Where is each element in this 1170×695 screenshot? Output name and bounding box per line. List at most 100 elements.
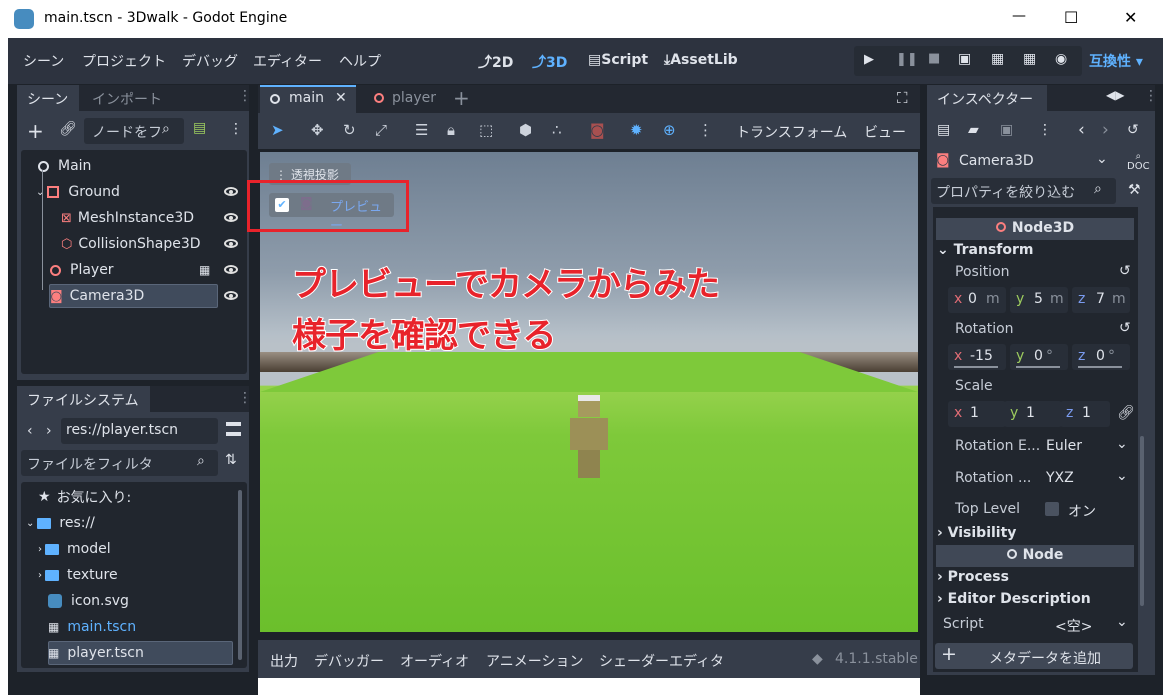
bottom-tab-debugger[interactable]: デバッガー bbox=[314, 651, 384, 671]
file-item-res[interactable]: ⌄ res:// bbox=[26, 510, 95, 536]
sort-icon[interactable]: ⇅ bbox=[225, 452, 237, 468]
new-resource-icon[interactable]: ▤ bbox=[937, 122, 950, 138]
visibility-icon[interactable] bbox=[224, 239, 238, 248]
tab-main[interactable]: main ✕ bbox=[260, 85, 356, 113]
history-back-icon[interactable]: ‹ bbox=[1078, 120, 1085, 140]
scale-x-field[interactable]: x1 bbox=[948, 401, 1006, 427]
filesystem-menu-icon[interactable]: ⋮ bbox=[238, 390, 252, 406]
file-item-model[interactable]: › model bbox=[38, 536, 111, 562]
property-filter-input[interactable]: プロパティを絞り込む ⌕ bbox=[931, 178, 1116, 204]
attach-script-icon[interactable]: ▤ bbox=[193, 120, 206, 136]
bottom-tab-shader-editor[interactable]: シェーダーエディタ bbox=[599, 651, 724, 671]
scale-z-field[interactable]: z1 bbox=[1060, 401, 1110, 427]
tab-import[interactable]: インポート bbox=[92, 89, 162, 109]
section-node3d[interactable]: Node3D bbox=[936, 218, 1134, 240]
add-tab-icon[interactable]: + bbox=[453, 86, 470, 110]
path-field[interactable]: res://player.tscn bbox=[61, 418, 218, 444]
play-custom-scene-icon[interactable]: ▦ bbox=[1023, 51, 1036, 67]
workspace-2d[interactable]: ⤴2D bbox=[478, 52, 513, 72]
menu-scene[interactable]: シーン bbox=[23, 51, 64, 71]
history-icon[interactable]: ↺ bbox=[1127, 122, 1139, 138]
tree-item-collisionshape[interactable]: ⬡ CollisionShape3D bbox=[61, 231, 201, 257]
top-level-checkbox[interactable] bbox=[1045, 502, 1059, 516]
inspector-scrollbar[interactable] bbox=[1140, 436, 1144, 606]
bottom-tab-animation[interactable]: アニメーション bbox=[486, 651, 583, 671]
file-item-main-tscn[interactable]: ▦ main.tscn bbox=[48, 614, 136, 640]
link-scale-icon[interactable]: 🔗︎ bbox=[1117, 405, 1135, 421]
rotation-edit-mode-select[interactable]: Euler ⌄ bbox=[1040, 434, 1134, 460]
workspace-script[interactable]: ▤Script bbox=[588, 52, 648, 68]
instance-scene-icon[interactable]: 🔗︎ bbox=[59, 121, 77, 137]
tree-item-main[interactable]: Main bbox=[38, 153, 91, 179]
add-metadata-button[interactable]: + メタデータを追加 bbox=[935, 643, 1133, 669]
tab-filesystem[interactable]: ファイルシステム bbox=[17, 386, 150, 412]
close-button[interactable]: ✕ bbox=[1124, 8, 1137, 27]
file-filter-input[interactable]: ファイルをフィルタ ⌕ bbox=[21, 450, 218, 476]
visibility-icon[interactable] bbox=[224, 265, 238, 274]
menu-project[interactable]: プロジェクト bbox=[82, 51, 166, 71]
play-scene-icon[interactable]: ▦ bbox=[991, 51, 1004, 67]
snap-icon[interactable]: ∴ bbox=[552, 121, 562, 139]
rotation-z-field[interactable]: z 0 ° bbox=[1072, 344, 1130, 370]
position-x-field[interactable]: x0m bbox=[948, 287, 1006, 313]
favorites-item[interactable]: ★ お気に入り: bbox=[38, 484, 131, 510]
pause-icon[interactable]: ❚❚ bbox=[896, 52, 918, 67]
back-icon[interactable]: ‹ bbox=[27, 423, 33, 439]
property-tools-icon[interactable]: ⚒ bbox=[1128, 182, 1141, 198]
visibility-icon[interactable] bbox=[224, 213, 238, 222]
group-transform[interactable]: ⌄ Transform bbox=[937, 242, 1033, 258]
file-scrollbar[interactable] bbox=[238, 490, 242, 660]
rotation-y-field[interactable]: y 0 ° bbox=[1010, 344, 1068, 370]
tree-item-meshinstance[interactable]: ⊠ MeshInstance3D bbox=[61, 205, 194, 231]
maximize-button[interactable]: ☐ bbox=[1064, 8, 1078, 27]
sun-icon[interactable]: ✹ bbox=[630, 121, 643, 139]
group-process[interactable]: › Process bbox=[937, 569, 1009, 585]
file-item-player-tscn[interactable]: ▦ player.tscn bbox=[48, 640, 144, 666]
select-tool-icon[interactable]: ➤ bbox=[271, 121, 284, 139]
clapperboard-icon[interactable]: ▦ bbox=[199, 263, 210, 277]
visibility-icon[interactable] bbox=[224, 291, 238, 300]
tree-item-ground[interactable]: ⌄ Ground bbox=[36, 179, 120, 205]
dock-menu-icon[interactable]: ⋮ bbox=[238, 88, 252, 104]
scene-menu-icon[interactable]: ⋮ bbox=[229, 121, 243, 137]
distraction-free-icon[interactable]: ⛶ bbox=[897, 89, 908, 107]
group-visibility[interactable]: › Visibility bbox=[937, 525, 1016, 541]
menu-help[interactable]: ヘルプ bbox=[339, 51, 381, 71]
menu-editor[interactable]: エディター bbox=[253, 51, 322, 71]
view-menu[interactable]: ビュー bbox=[864, 122, 906, 142]
scale-tool-icon[interactable]: ⤢ bbox=[375, 121, 387, 139]
history-forward-icon[interactable]: › bbox=[1102, 120, 1109, 140]
remote-debug-icon[interactable]: ▣ bbox=[958, 51, 971, 67]
position-y-field[interactable]: y5m bbox=[1010, 287, 1068, 313]
close-tab-icon[interactable]: ✕ bbox=[335, 90, 347, 106]
rotate-tool-icon[interactable]: ↻ bbox=[343, 121, 356, 139]
script-select[interactable]: <空> ⌄ bbox=[1040, 612, 1134, 638]
file-item-icon-svg[interactable]: icon.svg bbox=[48, 588, 129, 614]
movie-maker-icon[interactable]: ◉ bbox=[1055, 51, 1067, 67]
workspace-assetlib[interactable]: ⤓AssetLib bbox=[664, 52, 738, 68]
environment-icon[interactable]: ⊕ bbox=[663, 121, 676, 139]
save-icon[interactable]: ▣ bbox=[1000, 122, 1013, 138]
viewport-menu-icon[interactable]: ⋮ bbox=[698, 121, 713, 139]
forward-icon[interactable]: › bbox=[46, 423, 52, 439]
inspector-tools-icon[interactable]: ⋮ bbox=[1038, 122, 1052, 138]
reset-rotation-icon[interactable]: ↺ bbox=[1119, 320, 1131, 336]
group-editor-description[interactable]: › Editor Description bbox=[937, 591, 1091, 607]
transform-menu[interactable]: トランスフォーム bbox=[736, 122, 847, 142]
lock-icon[interactable]: 🔒︎ bbox=[447, 121, 455, 139]
object-selector[interactable]: ◙ Camera3D ⌄ bbox=[931, 148, 1116, 174]
open-folder-icon[interactable]: ▰ bbox=[968, 122, 979, 138]
camera-preview-toolbar-icon[interactable]: ◙ bbox=[590, 121, 605, 139]
reset-position-icon[interactable]: ↺ bbox=[1119, 263, 1131, 279]
bottom-tab-output[interactable]: 出力 bbox=[270, 651, 298, 671]
add-node-icon[interactable]: + bbox=[27, 119, 44, 143]
file-item-texture[interactable]: › texture bbox=[38, 562, 118, 588]
split-mode-icon[interactable] bbox=[226, 422, 241, 436]
rotation-x-field[interactable]: x -15 bbox=[948, 344, 1006, 370]
tree-item-camera3d[interactable]: ◙ Camera3D bbox=[50, 283, 144, 309]
dock-move-left-icon[interactable]: ◀▶ bbox=[1106, 88, 1124, 102]
workspace-3d[interactable]: ⤴3D bbox=[532, 52, 567, 72]
move-tool-icon[interactable]: ✥ bbox=[311, 121, 324, 139]
scale-y-field[interactable]: y1 bbox=[1004, 401, 1062, 427]
list-tool-icon[interactable]: ☰ bbox=[415, 121, 428, 139]
